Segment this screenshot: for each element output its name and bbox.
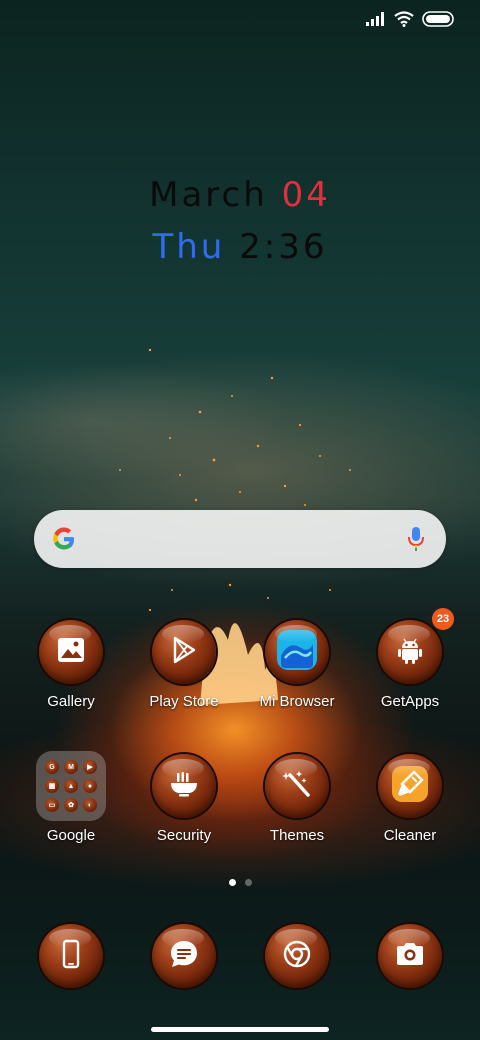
magic-wand-icon (282, 769, 312, 804)
app-label-security: Security (156, 827, 212, 844)
app-label-google: Google (46, 827, 96, 844)
wifi-icon (394, 10, 414, 32)
play-store-bubble (152, 620, 216, 684)
app-play-store[interactable]: Play Store (128, 620, 240, 710)
folder-app-gmail-icon: M (64, 760, 78, 774)
page-dot-1[interactable] (228, 879, 236, 886)
clock-month: March (149, 175, 268, 215)
app-cleaner[interactable]: Cleaner (354, 754, 466, 844)
dock-phone[interactable] (15, 924, 127, 988)
messages-icon (168, 938, 200, 975)
signal-icon (366, 11, 386, 31)
broom-icon (390, 764, 430, 809)
messages-bubble (152, 924, 216, 988)
dock-messages[interactable] (128, 924, 240, 988)
camera-bubble (378, 924, 442, 988)
phone-icon (58, 939, 84, 974)
app-getapps[interactable]: 23 GetApps (354, 608, 466, 710)
time-display[interactable]: Thu 2:36 (0, 227, 480, 267)
folder-app-google-icon: G (45, 760, 59, 774)
app-security[interactable]: Security (128, 754, 240, 844)
security-icon (168, 769, 200, 804)
app-gallery[interactable]: Gallery (15, 620, 127, 710)
image-icon (56, 635, 86, 670)
app-label-gallery: Gallery (47, 693, 95, 710)
app-label-cleaner: Cleaner (383, 827, 437, 844)
app-label-play-store: Play Store (149, 693, 219, 710)
app-label-mi-browser: Mi Browser (259, 693, 335, 710)
battery-icon (422, 10, 454, 32)
mi-browser-icon (275, 628, 319, 677)
security-bubble (152, 754, 216, 818)
dock-camera[interactable] (354, 924, 466, 988)
notification-badge: 23 (432, 608, 454, 630)
page-dot-2[interactable] (244, 879, 252, 886)
app-mi-browser[interactable]: Mi Browser (241, 620, 353, 710)
folder-app-calendar-icon: ▦ (45, 779, 59, 793)
folder-app-youtube-icon: ▶ (83, 760, 97, 774)
getapps-bubble: 23 (378, 608, 454, 684)
date-display[interactable]: March 04 (0, 175, 480, 215)
dock-chrome[interactable] (241, 924, 353, 988)
page-indicator[interactable] (0, 879, 480, 886)
app-themes[interactable]: Themes (241, 754, 353, 844)
folder-app-maps-icon: ● (83, 779, 97, 793)
folder-app-drive-icon: ▲ (64, 779, 78, 793)
cleaner-bubble (378, 754, 442, 818)
app-label-getapps: GetApps (380, 693, 440, 710)
camera-icon (394, 940, 426, 973)
folder-app-photos-icon: ✿ (64, 798, 78, 812)
clock-weekday: Thu (152, 227, 226, 267)
microphone-icon[interactable] (408, 525, 424, 558)
phone-bubble (39, 924, 103, 988)
google-g-icon (50, 525, 78, 558)
chrome-bubble (265, 924, 329, 988)
android-icon (395, 635, 425, 670)
folder-google[interactable]: G M ▶ ▦ ▲ ● ▭ ✿ ◐ Google (15, 751, 127, 844)
play-store-icon (169, 635, 199, 670)
gallery-bubble (39, 620, 103, 684)
chrome-icon (282, 939, 312, 974)
home-gesture-bar[interactable] (151, 1027, 329, 1032)
themes-bubble (265, 754, 329, 818)
mi-browser-bubble (265, 620, 329, 684)
app-label-themes: Themes (269, 827, 325, 844)
folder-app-music-icon: ◐ (83, 798, 97, 812)
folder-app-duo-icon: ▭ (45, 798, 59, 812)
status-bar (366, 10, 454, 32)
folder-icon: G M ▶ ▦ ▲ ● ▭ ✿ ◐ (36, 751, 106, 821)
clock-time: 2:36 (239, 227, 328, 267)
google-search-bar[interactable] (34, 510, 446, 568)
clock-day: 04 (281, 175, 331, 215)
